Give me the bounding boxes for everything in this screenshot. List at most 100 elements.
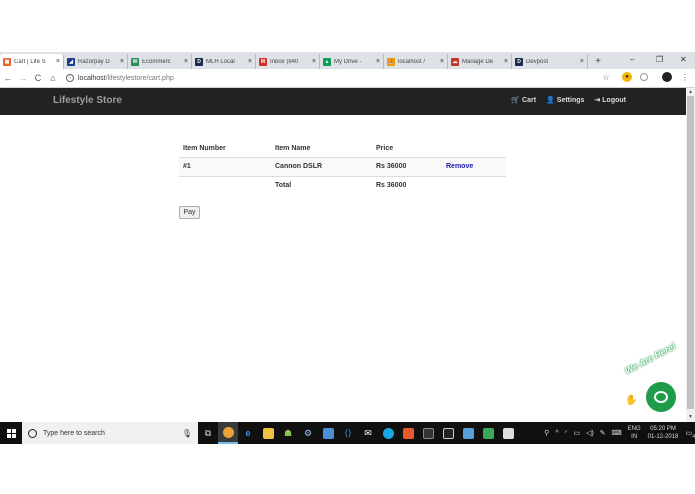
media-player-icon[interactable] [418, 422, 438, 444]
page-scrollbar[interactable]: ▲ ▼ [686, 88, 695, 422]
close-window-button[interactable]: ✕ [680, 52, 687, 67]
tab-title: localhost / [398, 58, 426, 65]
language-bottom: IN [631, 434, 638, 440]
nav-cart-link[interactable]: 🛒 Cart [511, 96, 536, 105]
battery-icon[interactable]: ▭ [573, 429, 580, 437]
total-action-spacer [442, 176, 506, 195]
tab-2[interactable]: W Ecommerc × [128, 54, 192, 69]
tab-3[interactable]: D MLH Local × [192, 54, 256, 69]
tab-favicon-icon: W [131, 57, 139, 66]
people-icon[interactable]: ⚲ [544, 429, 549, 437]
table-row: #1 Cannon DSLR Rs 36000 Remove [179, 157, 506, 177]
terminal-icon[interactable] [438, 422, 458, 444]
app-cube-icon[interactable] [318, 422, 338, 444]
task-view-icon[interactable]: ⧉ [198, 422, 218, 444]
tab-close-icon[interactable]: × [120, 58, 124, 65]
chat-widget-label[interactable]: We Are Here! [623, 341, 677, 376]
volume-icon[interactable]: ◁) [586, 429, 594, 437]
scroll-down-icon[interactable]: ▼ [687, 414, 694, 420]
wifi-icon[interactable]: ◜ [565, 429, 568, 437]
item-name: Cannon DSLR [271, 157, 372, 177]
tab-6[interactable]: ⛵ localhost / × [384, 54, 448, 69]
taskbar-clock[interactable]: 05:20 PM 01-12-2018 [648, 425, 679, 441]
vscode-icon[interactable]: ⟨⟩ [338, 422, 358, 444]
tab-4[interactable]: M Inbox (840 × [256, 54, 320, 69]
profile-avatar-icon[interactable] [662, 72, 672, 82]
nav-settings-label: Settings [556, 96, 585, 104]
tab-1[interactable]: ◢ Razorpay D × [64, 54, 128, 69]
site-brand[interactable]: Lifestyle Store [53, 95, 122, 106]
tab-title: My Drive - [334, 58, 362, 65]
info-icon[interactable]: i [66, 74, 74, 82]
keyboard-icon[interactable]: ⌨ [612, 429, 622, 437]
total-value: Rs 36000 [376, 182, 407, 190]
remove-link[interactable]: Remove [446, 163, 473, 170]
tab-close-icon[interactable]: × [184, 58, 188, 65]
tab-favicon-icon: D [195, 57, 203, 66]
address-bar: ← → C ⌂ i localhost /lifestylestore/cart… [0, 69, 695, 88]
pen-icon[interactable]: ✎ [600, 429, 606, 437]
app-settings-icon[interactable]: ⚙ [298, 422, 318, 444]
photos-icon[interactable] [498, 422, 518, 444]
tab-favicon-icon: ☁ [451, 57, 459, 66]
scrollbar-thumb[interactable] [687, 96, 694, 409]
tab-close-icon[interactable]: × [56, 58, 60, 65]
menu-kebab-icon[interactable]: ⋮ [680, 72, 690, 82]
notification-center-icon[interactable]: ▭ 4 [685, 429, 695, 440]
cart-table: Item Number Item Name Price #1 Cannon DS… [179, 140, 506, 195]
language-indicator[interactable]: ENG IN [628, 425, 641, 441]
url-input[interactable]: i localhost /lifestylestore/cart.php [66, 71, 586, 85]
chrome-taskbar-icon[interactable] [218, 422, 238, 444]
taskbar-search-input[interactable]: Type here to search 🎙 [22, 422, 198, 444]
mail-icon[interactable]: ✉ [358, 422, 378, 444]
nav-settings-link[interactable]: 👤 Settings [546, 96, 585, 105]
chat-widget-button[interactable] [646, 382, 676, 412]
edge-taskbar-icon[interactable]: e [238, 422, 258, 444]
tab-0[interactable]: ▣ Cart | Life S × [0, 54, 64, 69]
search-placeholder: Type here to search [43, 429, 105, 437]
col-action [442, 140, 506, 158]
nav-logout-label: Logout [602, 96, 626, 104]
tab-close-icon[interactable]: × [580, 58, 584, 65]
start-button[interactable] [0, 422, 22, 444]
tab-close-icon[interactable]: × [504, 58, 508, 65]
tab-7[interactable]: ☁ Manage De × [448, 54, 512, 69]
pay-button[interactable]: Pay [179, 206, 200, 219]
extension-circle-icon[interactable] [640, 73, 648, 81]
notepad-icon[interactable] [458, 422, 478, 444]
user-icon: 👤 [546, 97, 555, 104]
bookmark-star-icon[interactable]: ☆ [601, 72, 611, 82]
tab-close-icon[interactable]: × [312, 58, 316, 65]
forward-button[interactable]: → [16, 71, 30, 85]
new-tab-button[interactable]: + [592, 54, 604, 69]
back-button[interactable]: ← [1, 71, 15, 85]
microphone-icon[interactable]: 🎙 [182, 429, 192, 438]
item-number: #1 [179, 157, 271, 177]
scroll-up-icon[interactable]: ▲ [687, 89, 694, 95]
sheets-icon[interactable] [478, 422, 498, 444]
app-android-icon[interactable]: ☗ [278, 422, 298, 444]
tab-close-icon[interactable]: × [440, 58, 444, 65]
cortana-icon [28, 428, 37, 438]
clock-time: 05:20 PM [650, 426, 676, 432]
nav-logout-link[interactable]: ⇥ Logout [594, 96, 626, 105]
url-host: localhost [78, 74, 106, 82]
skype-icon[interactable] [378, 422, 398, 444]
tray-expand-icon[interactable]: ^ [555, 430, 558, 437]
restore-button[interactable]: ❐ [656, 52, 663, 67]
office-icon[interactable] [398, 422, 418, 444]
reload-button[interactable]: C [31, 71, 45, 85]
home-button[interactable]: ⌂ [46, 71, 60, 85]
tab-5[interactable]: ▲ My Drive - × [320, 54, 384, 69]
url-path: /lifestylestore/cart.php [105, 74, 174, 82]
clock-date: 01-12-2018 [647, 434, 679, 440]
tab-8[interactable]: D Devpost × [512, 54, 588, 69]
file-explorer-icon[interactable] [258, 422, 278, 444]
minimize-button[interactable]: – [630, 52, 634, 67]
tab-favicon-icon: M [259, 57, 267, 66]
tab-favicon-icon: ⛵ [387, 57, 395, 66]
tab-close-icon[interactable]: × [248, 58, 252, 65]
extension-icon[interactable]: ● [622, 72, 632, 82]
tab-close-icon[interactable]: × [376, 58, 380, 65]
language-top: ENG [627, 426, 641, 432]
